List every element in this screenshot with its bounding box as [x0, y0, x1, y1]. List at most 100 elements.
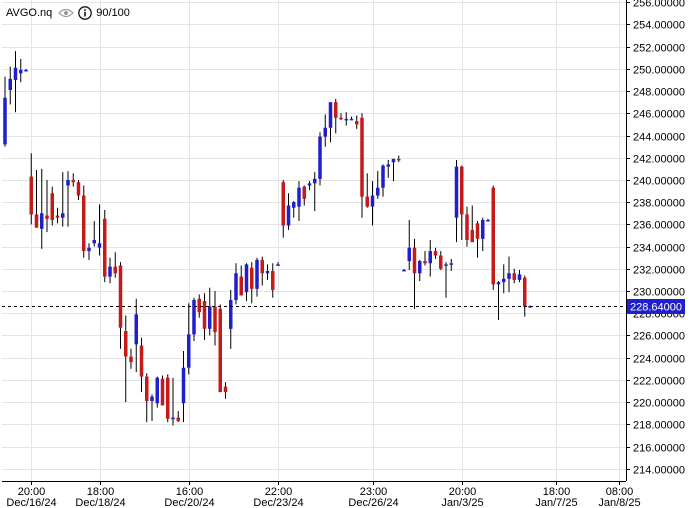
- candle: [19, 58, 23, 83]
- candle: [202, 293, 207, 340]
- info-icon[interactable]: [78, 6, 93, 20]
- x-tick-date: Jan/3/25: [441, 497, 483, 508]
- y-tick-label: 222.00000: [633, 376, 685, 388]
- candle: [208, 287, 212, 336]
- candle: [108, 257, 112, 284]
- candle: [355, 115, 359, 129]
- candle-body: [166, 377, 170, 419]
- candle-body: [71, 179, 75, 183]
- candle: [171, 377, 175, 426]
- candle: [491, 185, 495, 290]
- candle-body: [386, 164, 390, 167]
- candle-body: [328, 102, 333, 128]
- candle: [475, 221, 480, 258]
- candle: [397, 155, 401, 163]
- candle: [50, 186, 54, 226]
- candle-body: [470, 229, 474, 243]
- candle-body: [50, 193, 54, 220]
- x-tick-date: Jan/8/25: [598, 497, 640, 508]
- candle-body: [129, 356, 133, 363]
- candle-body: [229, 299, 233, 329]
- candles: [3, 51, 532, 426]
- candle-body: [145, 376, 149, 402]
- candle: [250, 262, 254, 304]
- candle-body: [370, 195, 375, 207]
- candle: [34, 169, 39, 228]
- y-tick-label: 252.00000: [633, 43, 685, 55]
- candle-body: [412, 247, 417, 274]
- candle: [428, 239, 432, 277]
- candle: [265, 264, 270, 280]
- candle-body: [439, 255, 443, 269]
- candle: [334, 98, 338, 134]
- candle: [229, 289, 233, 349]
- candle-body: [213, 306, 217, 333]
- candle-body: [481, 219, 485, 239]
- candle: [71, 173, 75, 187]
- candle-body: [139, 345, 144, 377]
- candle-body: [155, 377, 159, 404]
- candle-body: [255, 259, 259, 289]
- candle-body: [76, 182, 81, 196]
- candle: [344, 112, 348, 126]
- candle-body: [449, 263, 453, 265]
- y-tick-label: 246.00000: [633, 109, 685, 121]
- y-tick-label: 214.00000: [633, 465, 685, 477]
- candle-body: [124, 331, 128, 357]
- candle-body: [507, 273, 511, 279]
- candle-body: [496, 282, 501, 285]
- y-tick-label: 232.00000: [633, 265, 685, 277]
- candle-body: [3, 97, 7, 145]
- candle: [113, 252, 117, 278]
- candle-body: [281, 182, 285, 226]
- y-tick-label: 240.00000: [633, 176, 685, 188]
- candle-body: [323, 127, 327, 137]
- candle: [286, 193, 291, 230]
- candle-body: [171, 417, 175, 420]
- candle-body: [502, 278, 506, 283]
- candle-body: [355, 121, 359, 125]
- candle: [523, 275, 527, 317]
- candle: [439, 251, 443, 270]
- candle-body: [318, 136, 322, 179]
- x-tick-date: Dec/18/24: [75, 497, 125, 508]
- candle-body: [160, 378, 165, 406]
- candle-body: [381, 165, 385, 188]
- x-tick-date: Dec/26/24: [348, 497, 398, 508]
- x-tick-date: Dec/23/24: [253, 497, 303, 508]
- candle-body: [391, 158, 396, 163]
- candle: [166, 374, 170, 423]
- candle-body: [239, 276, 243, 296]
- candle-body: [24, 69, 28, 72]
- candle: [3, 76, 7, 147]
- candle: [13, 51, 18, 113]
- candle-body: [423, 261, 427, 264]
- candle: [260, 256, 264, 286]
- candle: [87, 243, 91, 260]
- y-tick-label: 224.00000: [633, 354, 685, 366]
- candle-body: [181, 367, 186, 404]
- candle: [381, 164, 385, 197]
- candle-body: [34, 214, 39, 228]
- candle-body: [223, 386, 228, 393]
- candle-body: [313, 178, 317, 184]
- candle: [481, 217, 485, 252]
- candle: [213, 291, 217, 346]
- y-tick-label: 220.00000: [633, 398, 685, 410]
- candle-body: [55, 215, 60, 218]
- candle: [444, 262, 448, 298]
- candle: [134, 298, 138, 373]
- candle-body: [339, 117, 343, 120]
- candle-body: [260, 259, 264, 274]
- y-tick-label: 230.00000: [633, 287, 685, 299]
- eye-icon[interactable]: [58, 8, 75, 18]
- candle-body: [297, 187, 301, 207]
- chart-header: AVGO.nq 90/100: [6, 5, 130, 21]
- candle-body: [66, 179, 70, 186]
- candle: [181, 351, 186, 423]
- candle: [192, 297, 196, 342]
- candle: [150, 394, 154, 422]
- candle: [29, 153, 33, 225]
- candle-body: [454, 166, 459, 218]
- candle: [307, 181, 312, 190]
